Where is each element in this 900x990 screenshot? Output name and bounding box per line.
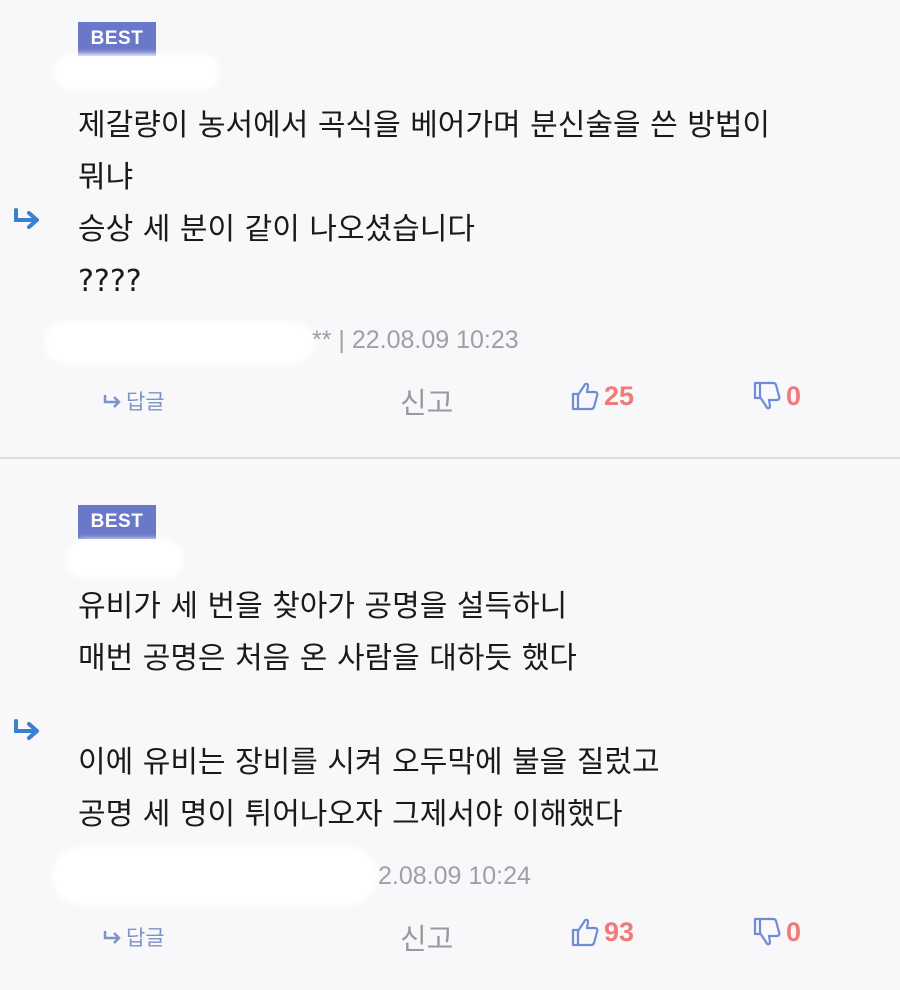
comment-line: 공명 세 명이 튀어나오자 그제서야 이해했다: [78, 797, 623, 832]
comment-body: 유비가 세 번을 찾아가 공명을 설득하니 매번 공명은 처음 온 사람을 대하…: [78, 581, 860, 841]
like-button[interactable]: 93: [570, 916, 634, 948]
thumbs-up-icon: [571, 382, 599, 411]
blurred-username: [66, 539, 184, 579]
comment-line: 제갈량이 농서에서 곡식을 베어가며 분신술을 쓴 방법이: [78, 108, 771, 143]
report-button[interactable]: 신고: [400, 380, 453, 422]
comment-line: 이에 유비는 장비를 시켜 오두막에 불을 질렀고: [78, 745, 660, 780]
comment-meta: ** | 22.08.09 10:23: [312, 326, 519, 354]
dislike-count: 0: [786, 380, 802, 411]
reply-arrow-icon: [14, 719, 39, 740]
blurred-author: [44, 322, 314, 364]
comment-meta: 2.08.09 10:24: [378, 862, 531, 890]
reply-icon: [103, 395, 121, 408]
reply-icon: [103, 931, 121, 944]
like-count: 93: [604, 916, 635, 947]
dislike-button[interactable]: 0: [752, 916, 801, 948]
comment-body: 제갈량이 농서에서 곡식을 베어가며 분신술을 쓴 방법이 뭐냐 승상 세 분이…: [78, 100, 860, 308]
reply-button[interactable]: 답글: [102, 386, 165, 416]
best-badge: BEST: [78, 505, 156, 539]
blurred-author: [52, 847, 378, 905]
like-button[interactable]: 25: [570, 380, 634, 412]
like-count: 25: [604, 380, 635, 411]
reply-label: 답글: [126, 390, 165, 414]
comment-line: 승상 세 분이 같이 나오셨습니다: [78, 212, 475, 247]
reply-label: 답글: [126, 926, 165, 950]
best-badge: BEST: [78, 22, 156, 56]
report-button[interactable]: 신고: [400, 916, 453, 958]
comment-line: [78, 685, 860, 737]
comment-line: ????: [78, 264, 142, 299]
comment-line: 매번 공명은 처음 온 사람을 대하듯 했다: [78, 641, 577, 676]
dislike-button[interactable]: 0: [752, 380, 801, 412]
thumbs-down-icon: [753, 381, 781, 410]
comment-actions: 답글 신고 93 0: [0, 916, 900, 956]
comment-line: 뭐냐: [78, 160, 134, 195]
thumbs-up-icon: [571, 918, 599, 947]
comment-line: 유비가 세 번을 찾아가 공명을 설득하니: [78, 589, 568, 624]
reply-button[interactable]: 답글: [102, 922, 165, 952]
reply-arrow-icon: [14, 208, 39, 229]
blurred-username: [54, 54, 220, 90]
dislike-count: 0: [786, 916, 802, 947]
comment-item: BEST 제갈량이 농서에서 곡식을 베어가며 분신술을 쓴 방법이 뭐냐 승상…: [0, 0, 900, 458]
comment-actions: 답글 신고 25 0: [0, 380, 900, 420]
thumbs-down-icon: [753, 917, 781, 946]
comment-item: BEST 유비가 세 번을 찾아가 공명을 설득하니 매번 공명은 처음 온 사…: [0, 459, 900, 990]
